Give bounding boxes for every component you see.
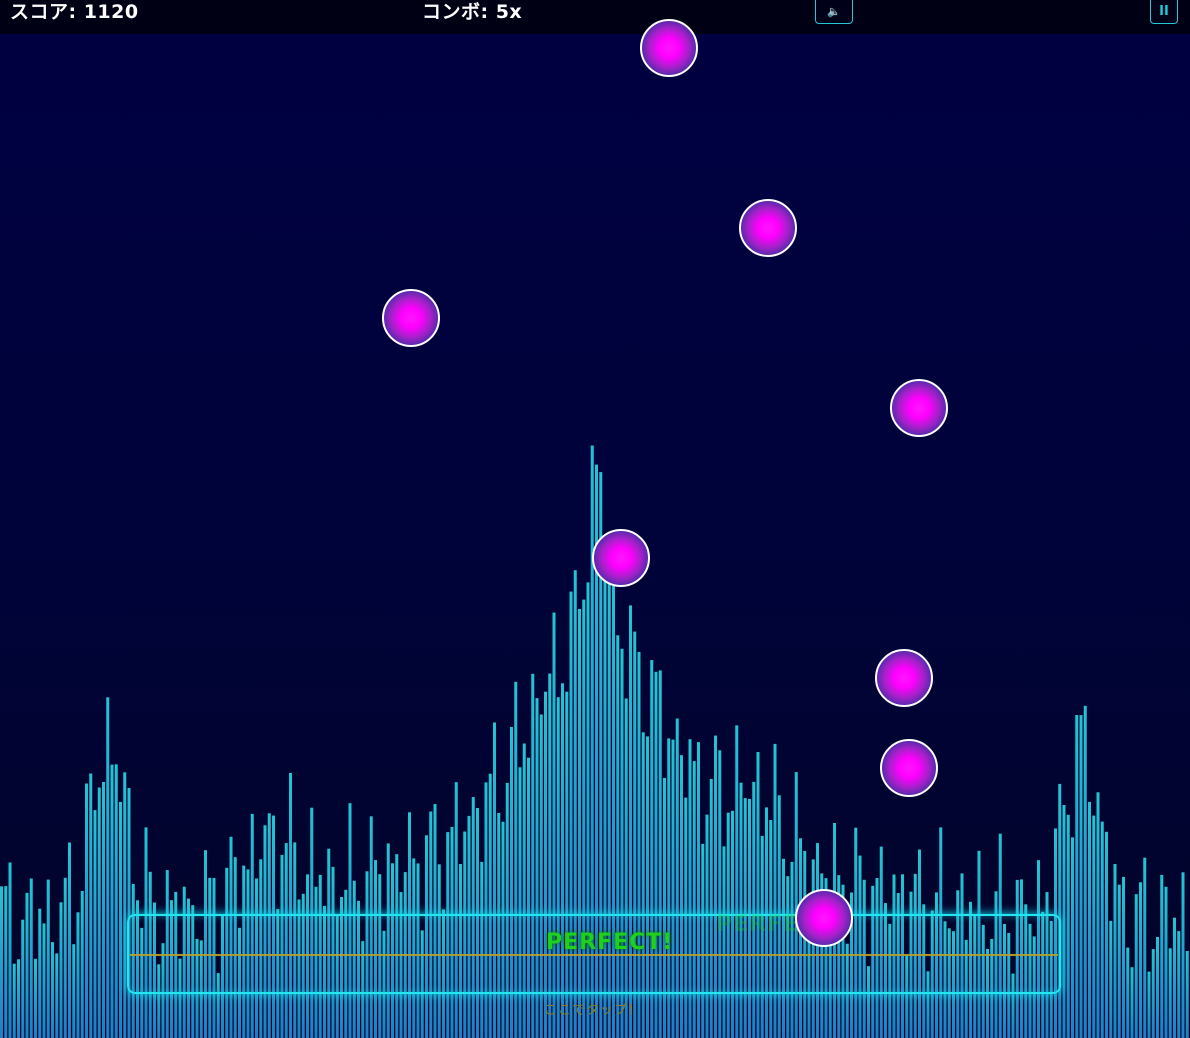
visualizer-bar (17, 959, 20, 1038)
visualizer-bar (34, 958, 37, 1038)
speaker-icon: 🔈 (827, 5, 841, 18)
pause-button[interactable]: II (1150, 0, 1178, 24)
visualizer-bar (680, 755, 683, 1038)
visualizer-bar (1105, 831, 1108, 1038)
visualizer-bar (289, 772, 292, 1038)
visualizer-bar (488, 773, 492, 1038)
visualizer-bar (46, 879, 50, 1038)
visualizer-bar (527, 757, 530, 1038)
visualizer-bar (42, 923, 46, 1038)
tap-hint-label: ここでタップ！ (544, 1003, 643, 1018)
visualizer-bar (119, 801, 122, 1038)
visualizer-bar (1122, 876, 1125, 1038)
visualizer-bar (12, 963, 16, 1038)
top-hud-bar (0, 0, 1190, 34)
visualizer-bar (106, 697, 110, 1038)
visualizer-bar (85, 783, 88, 1038)
visualizer-bar (110, 764, 114, 1038)
audio-visualizer (0, 445, 1189, 1038)
visualizer-bar (454, 782, 458, 1038)
visualizer-bar (1092, 815, 1096, 1038)
visualizer-bar (1058, 783, 1062, 1038)
visualizer-bar (63, 877, 67, 1038)
visualizer-bar (97, 787, 101, 1038)
visualizer-bar (709, 778, 713, 1038)
visualizer-bar (1177, 931, 1181, 1038)
falling-note[interactable] (382, 289, 440, 347)
visualizer-bar (692, 761, 696, 1038)
visualizer-bar (55, 953, 59, 1038)
falling-note[interactable] (739, 199, 797, 257)
visualizer-bar (1126, 947, 1130, 1038)
visualizer-bar (93, 810, 97, 1038)
visualizer-bar (1066, 814, 1070, 1038)
visualizer-bar (1168, 948, 1172, 1038)
falling-note[interactable] (592, 529, 650, 587)
visualizer-bar (718, 750, 722, 1038)
visualizer-bar (1156, 937, 1159, 1038)
falling-note[interactable] (795, 889, 853, 947)
sound-toggle-button[interactable]: 🔈 (815, 0, 853, 24)
visualizer-bar (21, 919, 25, 1038)
visualizer-bar (484, 782, 488, 1038)
visualizer-bar (89, 773, 93, 1038)
visualizer-bar (1113, 864, 1117, 1038)
visualizer-bar (1100, 821, 1104, 1038)
combo-display: コンボ: 5x (422, 1, 523, 23)
visualizer-bar (518, 767, 522, 1038)
score-display: スコア: 1120 (10, 1, 139, 23)
falling-note[interactable] (890, 379, 948, 437)
visualizer-bar (68, 842, 71, 1038)
visualizer-bar (1160, 874, 1164, 1038)
visualizer-bar (25, 892, 29, 1038)
visualizer-bar (752, 781, 756, 1038)
visualizer-bar (8, 862, 12, 1038)
falling-note[interactable] (875, 649, 933, 707)
visualizer-bar (123, 772, 127, 1038)
visualizer-bar (76, 912, 80, 1038)
visualizer-bar (59, 902, 63, 1038)
visualizer-bar (1117, 884, 1121, 1038)
visualizer-bar (114, 764, 118, 1038)
visualizer-bar (1062, 805, 1066, 1038)
visualizer-bar (1139, 882, 1142, 1038)
visualizer-bar (1181, 872, 1185, 1038)
visualizer-bar (505, 782, 509, 1038)
visualizer-bar (1075, 715, 1079, 1038)
visualizer-bar (739, 782, 743, 1038)
visualizer-bar (0, 886, 3, 1038)
visualizer-bar (1088, 801, 1091, 1038)
visualizer-bar (663, 777, 666, 1038)
pause-icon: II (1159, 4, 1169, 19)
visualizer-bar (51, 942, 54, 1038)
visualizer-bar (127, 788, 131, 1038)
visualizer-bar (1096, 792, 1100, 1038)
visualizer-bar (38, 908, 42, 1038)
visualizer-bar (29, 878, 33, 1038)
visualizer-bar (1109, 920, 1113, 1038)
visualizer-bar (1185, 951, 1189, 1038)
visualizer-bar (1143, 857, 1147, 1038)
visualizer-bar (1151, 949, 1155, 1038)
visualizer-bar (1083, 705, 1087, 1038)
visualizer-bar (1130, 967, 1134, 1038)
visualizer-bar (756, 752, 760, 1038)
visualizer-bar (1173, 917, 1176, 1038)
visualizer-bar (1071, 837, 1074, 1038)
visualizer-bar (1134, 894, 1138, 1038)
visualizer-bar (4, 886, 8, 1038)
judgement-text: PERFECT! (546, 930, 674, 955)
visualizer-bar (1164, 886, 1168, 1038)
visualizer-bar (1147, 971, 1151, 1038)
falling-note[interactable] (640, 19, 698, 77)
visualizer-bar (72, 944, 76, 1038)
visualizer-bar (1079, 715, 1083, 1038)
falling-note[interactable] (880, 739, 938, 797)
visualizer-bar (102, 782, 105, 1038)
visualizer-bar (80, 891, 84, 1038)
